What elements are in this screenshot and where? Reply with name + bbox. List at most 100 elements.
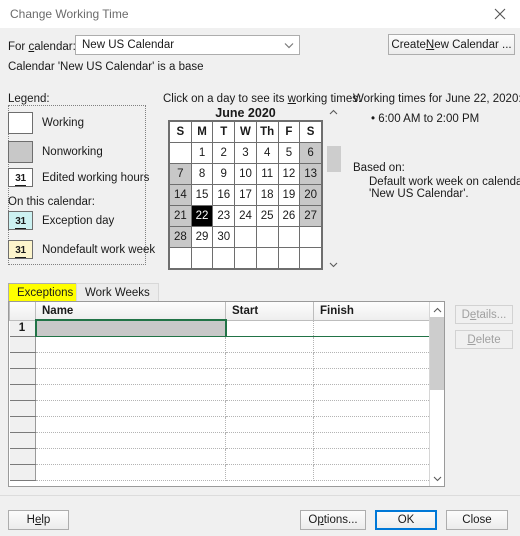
table-row-index[interactable] [9,336,36,353]
table-cell-name[interactable] [35,368,226,385]
exceptions-table[interactable]: Name Start Finish 1 [8,301,445,487]
ok-button[interactable]: OK [375,510,437,530]
table-row-index[interactable] [9,464,36,481]
table-row[interactable] [9,464,431,481]
table-cell-start[interactable] [225,400,314,417]
table-cell-name[interactable] [35,416,226,433]
table-row[interactable] [9,384,431,401]
calendar-grid[interactable]: S M T W Th F S 1 2 3 4 5 6 7 8 9 10 11 12 13 14 15 16 17 18 19 20… [168,120,323,270]
table-row[interactable] [9,336,431,353]
details-button[interactable]: De tails... [455,305,513,324]
table-row-index[interactable] [9,416,36,433]
chevron-up-icon[interactable] [430,302,444,317]
table-row-index[interactable] [9,432,36,449]
table-header-index[interactable] [9,302,36,321]
calendar-scrollbar-thumb[interactable] [327,146,341,172]
calendar-day-22[interactable]: 22 [190,205,214,227]
calendar-day-26[interactable]: 26 [277,205,301,227]
calendar-day-10[interactable]: 10 [234,163,257,185]
table-row-index[interactable] [9,448,36,465]
calendar-day-16[interactable]: 16 [212,184,236,206]
calendar-day-19[interactable]: 19 [277,184,301,206]
calendar-day-9[interactable]: 9 [212,163,236,185]
table-cell-finish[interactable] [313,320,431,337]
calendar-day-12[interactable]: 12 [277,163,301,185]
calendar-day-2[interactable]: 2 [212,142,236,164]
calendar-scrollbar[interactable] [326,104,341,272]
calendar-day-17[interactable]: 17 [234,184,257,206]
table-cell-finish[interactable] [313,336,431,353]
table-cell-start[interactable] [225,464,314,481]
table-row[interactable] [9,368,431,385]
table-row[interactable]: 1 [9,319,431,337]
table-cell-finish[interactable] [313,384,431,401]
calendar-day-20[interactable]: 20 [299,184,322,206]
table-row[interactable] [9,416,431,433]
table-cell-finish[interactable] [313,464,431,481]
table-cell-start[interactable] [225,416,314,433]
chevron-down-icon[interactable] [430,471,444,486]
calendar-day-18[interactable]: 18 [255,184,279,206]
table-row[interactable] [9,432,431,449]
close-icon[interactable] [480,0,520,28]
calendar-day-13[interactable]: 13 [299,163,322,185]
calendar-day-3[interactable]: 3 [234,142,257,164]
calendar-day-29[interactable]: 29 [190,226,214,248]
delete-button[interactable]: Delete [455,330,513,349]
calendar-day-6[interactable]: 6 [299,142,322,164]
calendar-day-15[interactable]: 15 [190,184,214,206]
table-cell-finish[interactable] [313,352,431,369]
table-cell-start[interactable] [225,368,314,385]
calendar-day-14[interactable]: 14 [169,184,192,206]
calendar-day-8[interactable]: 8 [190,163,214,185]
calendar-day-21[interactable]: 21 [169,205,192,227]
table-row-index[interactable] [9,384,36,401]
table-cell-finish[interactable] [313,368,431,385]
table-cell-name[interactable] [34,319,227,337]
table-cell-name[interactable] [35,432,226,449]
calendar-day-11[interactable]: 11 [255,163,279,185]
table-cell-finish[interactable] [313,432,431,449]
table-cell-name[interactable] [35,400,226,417]
table-cell-finish[interactable] [313,448,431,465]
table-row[interactable] [9,352,431,369]
table-row[interactable] [9,400,431,417]
table-cell-start[interactable] [225,320,314,337]
calendar-day-7[interactable]: 7 [169,163,192,185]
table-cell-start[interactable] [225,352,314,369]
calendar-day-5[interactable]: 5 [277,142,301,164]
cancel-button[interactable]: Close [446,510,508,530]
help-button[interactable]: He lp [8,510,69,530]
table-row-index[interactable]: 1 [9,320,36,337]
table-row-index[interactable] [9,352,36,369]
table-scrollbar-thumb[interactable] [430,317,444,390]
calendar-day-1[interactable]: 1 [190,142,214,164]
calendar-day-27[interactable]: 27 [299,205,322,227]
calendar-day-23[interactable]: 23 [212,205,236,227]
table-scrollbar[interactable] [429,302,444,486]
table-row-index[interactable] [9,368,36,385]
table-header-name[interactable]: Name [35,302,226,321]
table-header-start[interactable]: Start [225,302,314,321]
calendar-day-25[interactable]: 25 [255,205,279,227]
tab-work-weeks[interactable]: Work Weeks [76,283,159,301]
table-row-index[interactable] [9,400,36,417]
calendar-day-24[interactable]: 24 [234,205,257,227]
table-cell-start[interactable] [225,384,314,401]
create-new-calendar-button[interactable]: Create New Calendar ... [388,34,515,55]
table-cell-start[interactable] [225,432,314,449]
table-cell-name[interactable] [35,384,226,401]
table-cell-name[interactable] [35,336,226,353]
calendar-day-30[interactable]: 30 [212,226,236,248]
chevron-up-icon[interactable] [326,104,341,119]
table-cell-name[interactable] [35,448,226,465]
table-row[interactable] [9,448,431,465]
calendar-day-4[interactable]: 4 [255,142,279,164]
table-cell-finish[interactable] [313,416,431,433]
table-cell-name[interactable] [35,352,226,369]
options-button[interactable]: Op tions... [300,510,366,530]
tab-exceptions[interactable]: Exceptions [8,283,83,301]
chevron-down-icon[interactable] [326,257,341,272]
table-cell-start[interactable] [225,336,314,353]
calendar-day-28[interactable]: 28 [169,226,192,248]
